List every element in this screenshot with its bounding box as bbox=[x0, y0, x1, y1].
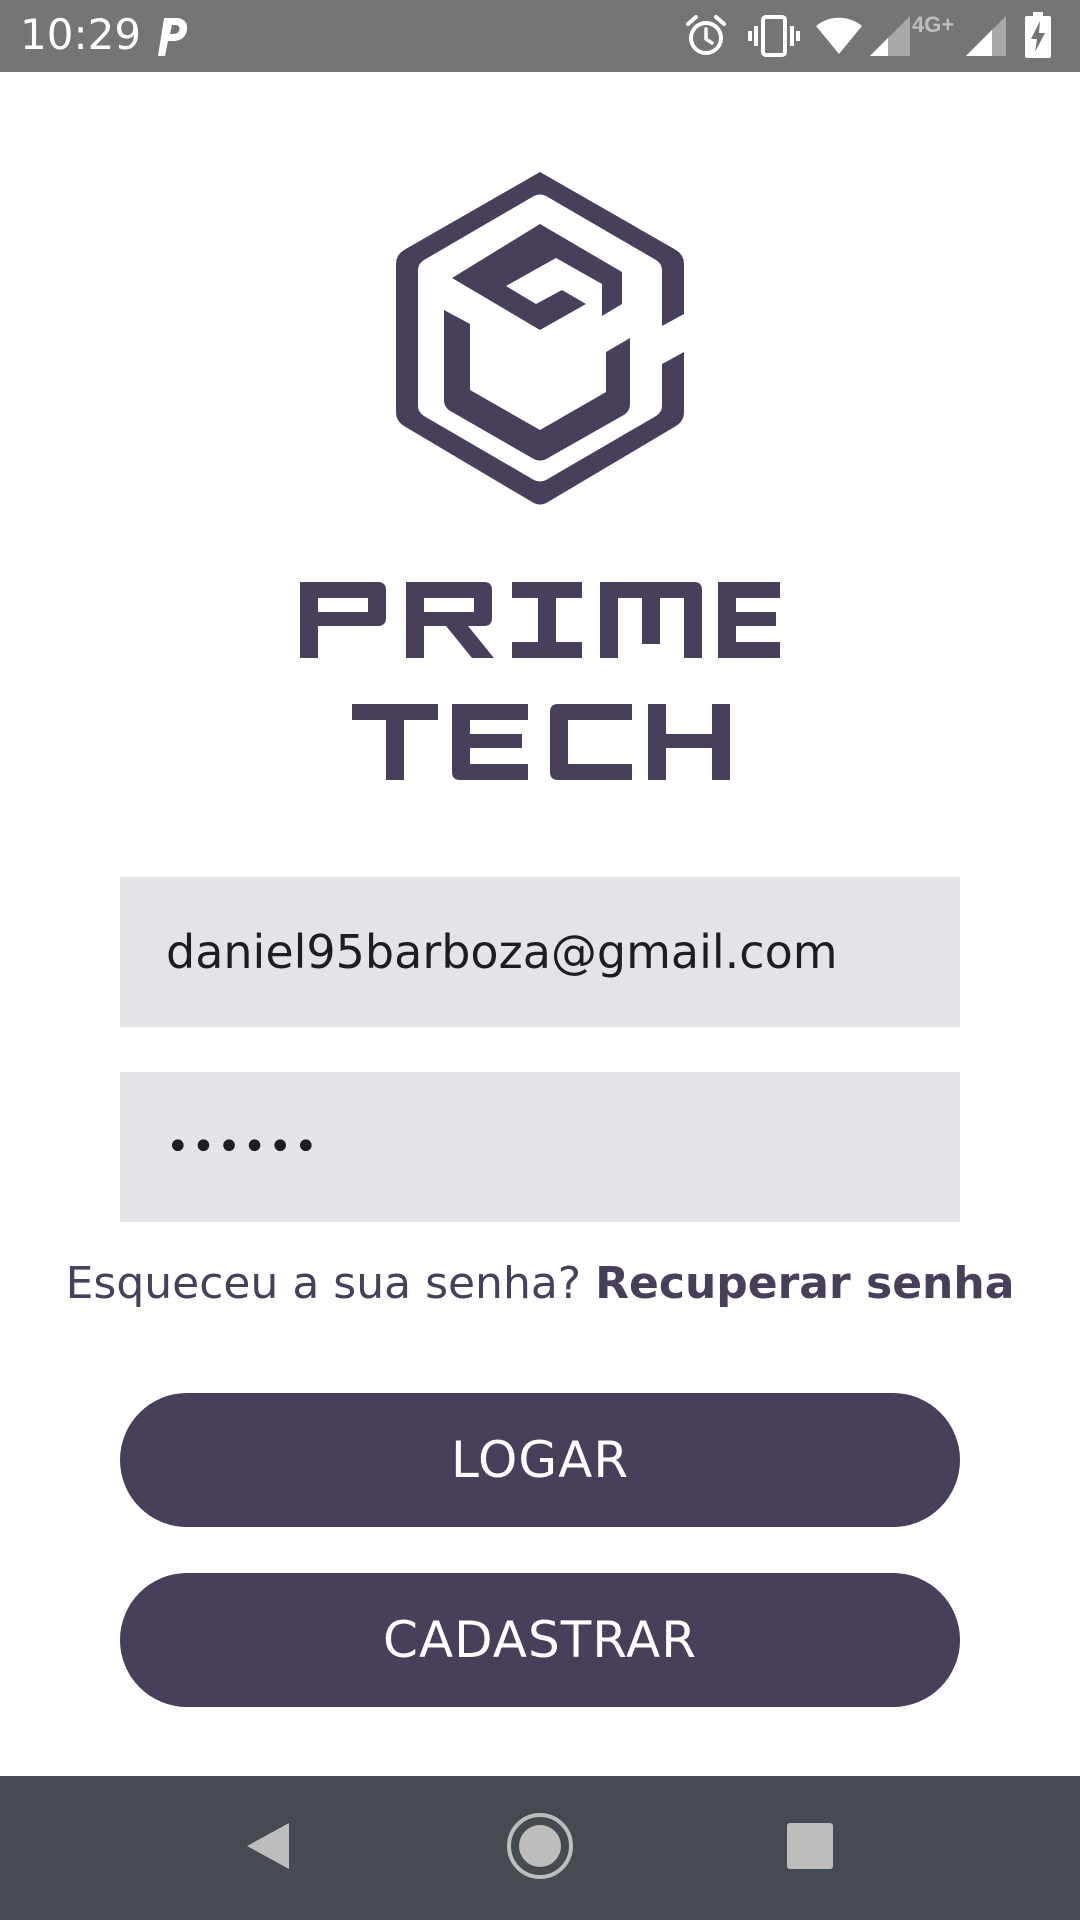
register-button[interactable]: CADASTRAR bbox=[120, 1573, 960, 1707]
home-icon bbox=[506, 1812, 574, 1885]
battery-charging-icon bbox=[1024, 12, 1052, 63]
login-button[interactable]: LOGAR bbox=[120, 1393, 960, 1527]
password-value: •••••• bbox=[166, 1124, 320, 1170]
navigation-bar bbox=[0, 1776, 1080, 1920]
forgot-password-text: Esqueceu a sua senha? bbox=[65, 1258, 596, 1309]
password-field[interactable]: •••••• bbox=[120, 1072, 960, 1222]
status-bar: 10:29 4G+ bbox=[0, 0, 1080, 72]
back-icon bbox=[245, 1821, 291, 1876]
home-button[interactable] bbox=[460, 1776, 620, 1920]
login-screen: 10:29 4G+ daniel95barboza@gmail.com ••••… bbox=[0, 0, 1080, 1920]
alarm-icon bbox=[684, 14, 728, 63]
back-button[interactable] bbox=[188, 1776, 348, 1920]
signal-icon bbox=[870, 16, 910, 61]
forgot-password-row: Esqueceu a sua senha? Recuperar senha bbox=[0, 1258, 1080, 1309]
brand-wordmark-tech: TECH bbox=[352, 696, 732, 786]
recents-icon bbox=[786, 1822, 834, 1875]
status-time: 10:29 bbox=[20, 10, 142, 59]
vibrate-icon bbox=[748, 14, 800, 63]
recover-password-link[interactable]: Recuperar senha bbox=[595, 1258, 1014, 1309]
network-type-label: 4G+ bbox=[912, 12, 955, 37]
email-field[interactable]: daniel95barboza@gmail.com bbox=[120, 877, 960, 1027]
recents-button[interactable] bbox=[730, 1776, 890, 1920]
parking-icon bbox=[154, 14, 190, 63]
signal-4g-icon bbox=[966, 16, 1006, 61]
login-button-label: LOGAR bbox=[450, 1431, 630, 1489]
primetech-cube-logo bbox=[390, 168, 690, 508]
wifi-icon bbox=[816, 16, 862, 61]
email-value: daniel95barboza@gmail.com bbox=[166, 925, 838, 979]
brand-wordmark-prime: PRIME bbox=[300, 574, 780, 664]
brand-line1-text: PRIME bbox=[780, 574, 781, 575]
brand-line2-text: TECH bbox=[732, 696, 733, 697]
register-button-label: CADASTRAR bbox=[383, 1611, 697, 1669]
